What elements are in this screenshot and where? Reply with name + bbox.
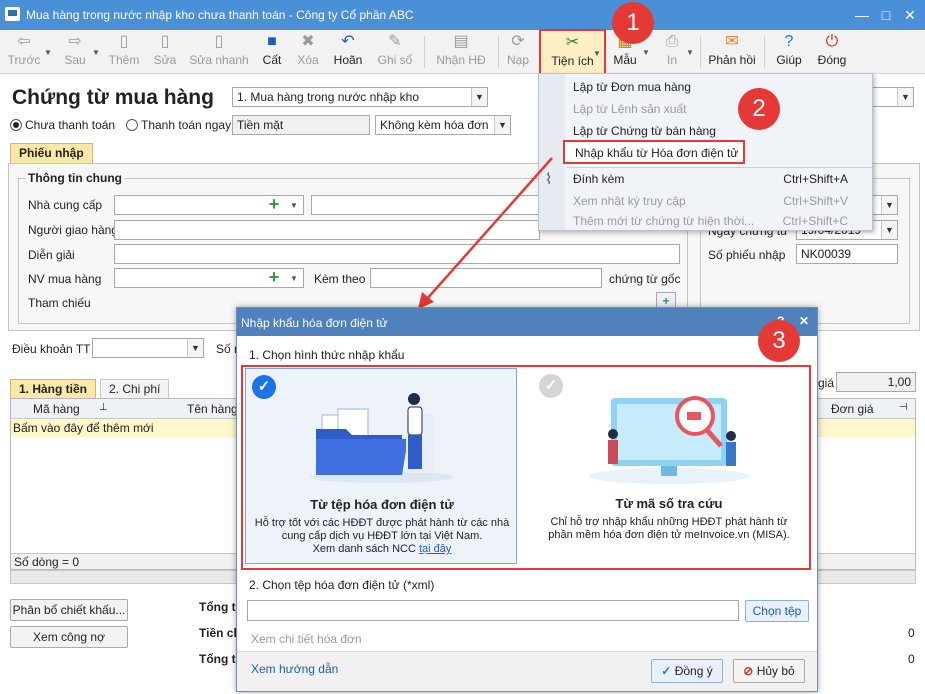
option-from-lookup-code[interactable]: ✓ Từ mã số tra cứu Chỉ hỗ trợ nhập khẩu …	[533, 368, 805, 564]
step1-label: 1. Chọn hình thức nhập khẩu	[249, 348, 405, 362]
file-path-input[interactable]	[247, 600, 739, 621]
dialog-header: Nhập khẩu hóa đơn điện tử ? ✕	[237, 308, 817, 336]
guide-link[interactable]: Xem hướng dẫn	[251, 662, 338, 676]
check-icon: ✓	[539, 374, 563, 398]
ok-button[interactable]: ✓ Đồng ý	[651, 659, 723, 683]
choose-file-button[interactable]: Chọn tệp	[745, 600, 809, 622]
file-folder-illustration	[310, 393, 454, 483]
annotation-badge-3: 3	[758, 320, 800, 362]
import-einvoice-dialog: Nhập khẩu hóa đơn điện tử ? ✕ 1. Chọn hì…	[236, 307, 818, 692]
option1-ncc-list: Xem danh sách NCC tại đây	[312, 543, 452, 555]
annotation-badge-2: 2	[738, 88, 780, 130]
option1-description: Hỗ trợ tốt với các HĐĐT được phát hành t…	[254, 517, 510, 542]
option2-description: Chỉ hỗ trợ nhập khẩu những HĐĐT phát hàn…	[548, 516, 790, 541]
monitor-search-illustration	[589, 396, 749, 484]
annotation-badge-1: 1	[612, 2, 654, 44]
cancel-button[interactable]: ⊘ Hủy bỏ	[733, 659, 805, 683]
close-icon[interactable]: ✕	[799, 314, 809, 328]
ncc-list-link[interactable]: tại đây	[419, 543, 451, 555]
dialog-title: Nhập khẩu hóa đơn điện tử	[241, 316, 388, 330]
view-invoice-detail-link[interactable]: Xem chi tiết hóa đơn	[251, 632, 362, 646]
check-icon: ✓	[661, 664, 672, 678]
option1-title: Từ tệp hóa đơn điện tử	[310, 497, 454, 512]
check-icon: ✓	[252, 375, 276, 399]
option2-title: Từ mã số tra cứu	[615, 496, 723, 511]
option-from-file[interactable]: ✓ Từ tệp hóa đơn điện tử Hỗ trợ tốt với …	[245, 368, 517, 564]
step2-label: 2. Chọn tệp hóa đơn điện tử (*xml)	[249, 578, 435, 592]
cancel-icon: ⊘	[743, 664, 754, 678]
